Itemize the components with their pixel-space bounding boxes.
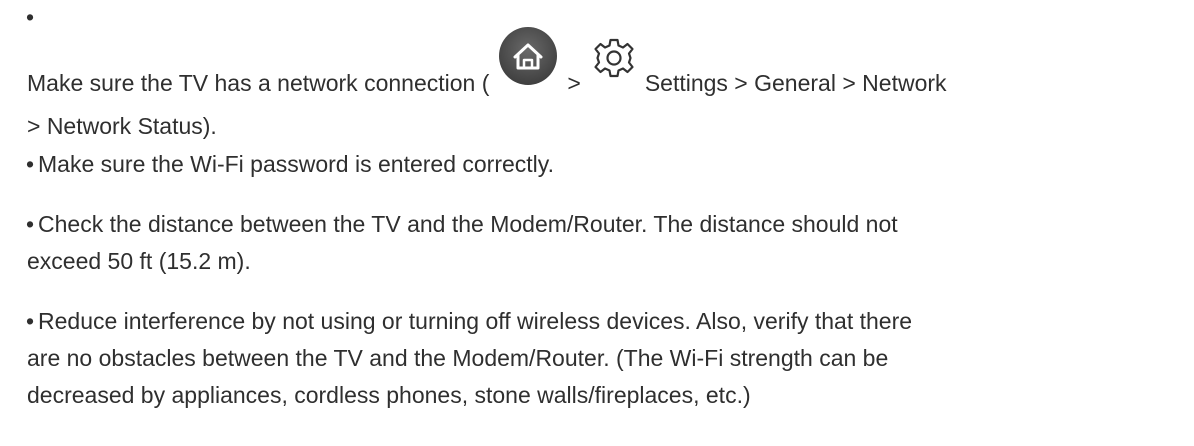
tip-continuation: > Network Status). [26, 108, 1186, 145]
tip-text: Make sure the Wi-Fi password is entered … [38, 151, 554, 177]
tip-continuation: are no obstacles between the TV and the … [26, 340, 1186, 377]
tip-continuation: exceed 50 ft (15.2 m). [26, 243, 1186, 280]
tip-text: Make sure the TV has a network connectio… [27, 70, 490, 96]
bullet: • [26, 211, 35, 237]
tip-network-connection: • Make sure the TV has a network connect… [26, 0, 1186, 145]
tip-interference: • Reduce interference by not using or tur… [26, 303, 1186, 414]
tip-wifi-password: • Make sure the Wi-Fi password is entered… [26, 146, 1186, 183]
tip-continuation: decreased by appliances, cordless phones… [26, 377, 1186, 414]
bullet: • [26, 151, 35, 177]
tip-text: Reduce interference by not using or turn… [38, 308, 913, 334]
bullet: • [26, 308, 35, 334]
home-icon [493, 26, 563, 86]
bullet: • [26, 4, 35, 30]
tip-distance: • Check the distance between the TV and t… [26, 206, 1186, 280]
tip-text: > Network Status). [27, 113, 217, 139]
separator: > [567, 70, 581, 96]
tip-text: Check the distance between the TV and th… [38, 211, 898, 237]
tip-text: are no obstacles between the TV and the … [27, 345, 889, 371]
tip-text: exceed 50 ft (15.2 m). [27, 248, 251, 274]
tip-text: decreased by appliances, cordless phones… [27, 382, 751, 408]
bullet-row: • [26, 0, 1186, 34]
gear-icon [593, 37, 635, 79]
tip-network-connection-text: Make sure the TV has a network connectio… [26, 27, 1186, 102]
tip-text: Settings > General > Network [644, 70, 947, 96]
